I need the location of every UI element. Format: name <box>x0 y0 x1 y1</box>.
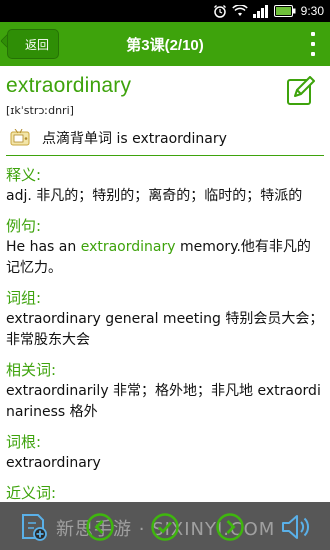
example-heading: 例句: <box>6 217 42 235</box>
sentence-prefix: 点滴背单词 is <box>42 131 133 147</box>
add-note-icon[interactable] <box>20 513 48 545</box>
page-title: 第3课(2/10) <box>126 37 204 54</box>
root-heading: 词根: <box>6 433 42 451</box>
next-icon[interactable] <box>215 512 245 546</box>
phonetic: [ɪkˈstrɔːdnri] <box>6 104 74 117</box>
wifi-icon <box>231 5 248 17</box>
signal-icon <box>252 4 269 18</box>
example-body: He has an extraordinary memory.他有非凡的记忆力。 <box>6 237 324 279</box>
divider <box>6 155 324 156</box>
synonyms-section: 近义词: <box>6 483 324 502</box>
battery-icon <box>273 5 296 17</box>
definition-heading: 释义: <box>6 166 42 184</box>
example-section: 例句: He has an extraordinary memory.他有非凡的… <box>6 216 324 279</box>
example-highlight: extraordinary <box>80 239 176 255</box>
sentence-text: 点滴背单词 is extraordinary <box>42 128 227 148</box>
prev-icon[interactable] <box>85 512 115 546</box>
bottom-toolbar: 新思手游 · SIXINYI.COM <box>0 502 330 550</box>
overflow-menu-icon[interactable] <box>306 32 320 56</box>
related-heading: 相关词: <box>6 361 57 379</box>
edit-icon[interactable] <box>286 76 316 106</box>
root-section: 词根: extraordinary <box>6 432 324 474</box>
phrases-body: extraordinary general meeting 特别会员大会；非常股… <box>6 311 324 348</box>
synonyms-heading: 近义词: <box>6 484 57 502</box>
phrases-section: 词组: extraordinary general meeting 特别会员大会… <box>6 288 324 351</box>
example-sentence-row[interactable]: 点滴背单词 is extraordinary <box>6 125 324 151</box>
status-bar: 9:30 <box>0 0 330 22</box>
ok-icon[interactable] <box>150 512 180 546</box>
related-body: extraordinarily 非常；格外地；非凡地 extraordinari… <box>6 383 321 420</box>
definition-body: adj. 非凡的；特别的；离奇的；临时的；特派的 <box>6 188 303 204</box>
example-before: He has an <box>6 239 81 255</box>
related-section: 相关词: extraordinarily 非常；格外地；非凡地 extraord… <box>6 360 324 423</box>
root-body: extraordinary <box>6 455 101 471</box>
word-detail[interactable]: extraordinary [ɪkˈstrɔːdnri] 点滴背单词 is ex… <box>0 66 330 502</box>
sound-icon[interactable] <box>280 513 310 545</box>
definition-section: 释义: adj. 非凡的；特别的；离奇的；临时的；特派的 <box>6 165 324 207</box>
alarm-icon <box>213 4 227 18</box>
phrases-heading: 词组: <box>6 289 42 307</box>
word-heading: extraordinary <box>6 74 132 97</box>
speaker-icon[interactable] <box>10 128 32 147</box>
sentence-word: extraordinary <box>132 131 227 147</box>
app-bar: 返回 第3课(2/10) <box>0 22 330 66</box>
status-time: 9:30 <box>300 4 324 18</box>
